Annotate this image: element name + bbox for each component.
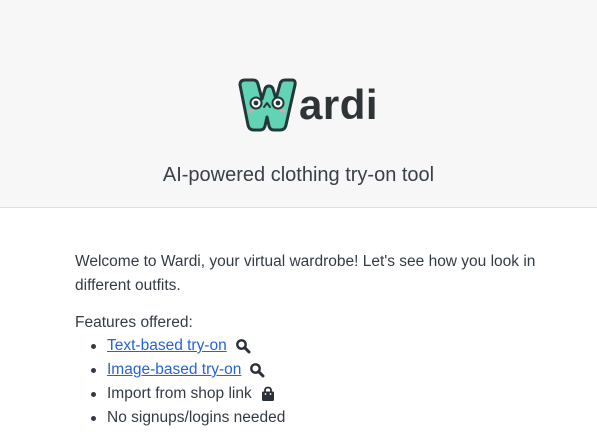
wardi-logo: ardi [236, 75, 378, 135]
list-item: Import from shop link [89, 382, 545, 406]
tagline: AI-powered clothing try-on tool [162, 164, 435, 186]
main-content: Welcome to Wardi, your virtual wardrobe!… [75, 250, 545, 430]
search-icon [235, 339, 251, 354]
no-signups-text: No signups/logins needed [107, 409, 286, 426]
text-based-try-on-link[interactable]: Text-based try-on [107, 334, 227, 358]
list-item: No signups/logins needed [89, 406, 545, 430]
w-mascot-logo-icon [238, 78, 297, 132]
list-item: Text-based try-on [89, 334, 545, 358]
logo-wordmark: ardi [299, 81, 379, 128]
header-banner: ardi AI-powered clothing try-on tool [0, 0, 597, 208]
shopping-bag-icon [261, 386, 274, 401]
features-list: Text-based try-on Image-based try-on Imp… [75, 334, 545, 430]
image-based-try-on-link[interactable]: Image-based try-on [107, 358, 241, 382]
search-icon [250, 363, 265, 378]
features-heading: Features offered: [75, 314, 193, 331]
welcome-text: Welcome to Wardi, your virtual wardrobe!… [75, 253, 536, 294]
list-item: Image-based try-on [89, 358, 545, 382]
import-from-shop-link-text: Import from shop link [107, 385, 252, 402]
